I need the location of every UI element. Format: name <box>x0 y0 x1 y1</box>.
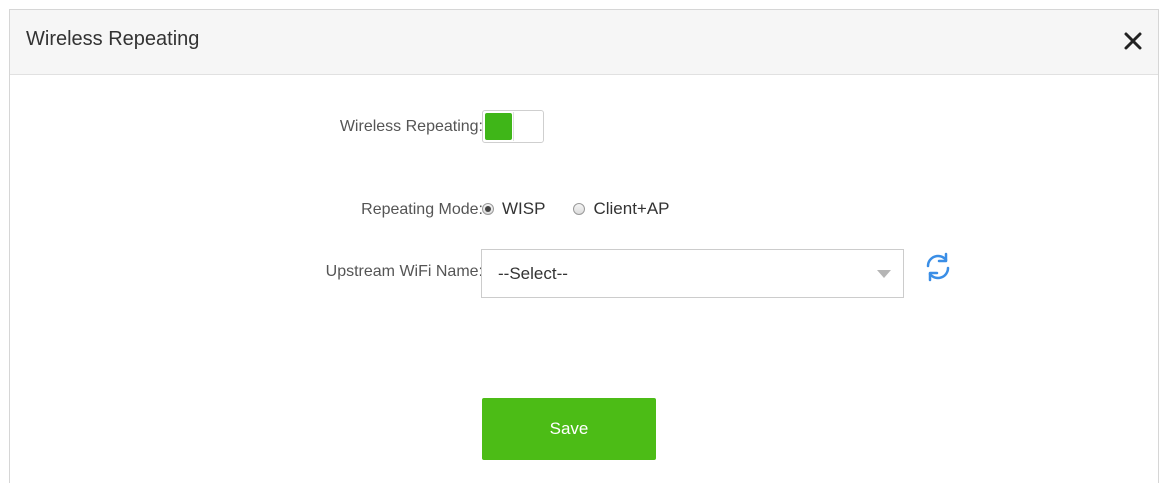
repeating-mode-radio-group: WISP Client+AP <box>482 199 698 219</box>
radio-wisp[interactable] <box>482 203 494 215</box>
close-icon[interactable] <box>1122 30 1144 52</box>
radio-option-wisp[interactable]: WISP <box>482 199 545 219</box>
dialog-header: Wireless Repeating <box>10 10 1158 75</box>
wireless-repeating-toggle[interactable] <box>482 110 544 143</box>
upstream-wifi-name-label: Upstream WiFi Name: <box>325 263 483 280</box>
upstream-wifi-select[interactable]: --Select-- <box>481 249 904 298</box>
radio-option-client-ap[interactable]: Client+AP <box>573 199 670 219</box>
repeating-mode-label: Repeating Mode: <box>361 201 483 218</box>
dialog-title: Wireless Repeating <box>26 28 200 50</box>
radio-client-ap[interactable] <box>573 203 586 215</box>
upstream-wifi-selected-value: --Select-- <box>498 264 568 283</box>
wireless-repeating-label: Wireless Repeating: <box>339 118 483 135</box>
radio-client-ap-label: Client+AP <box>593 199 670 218</box>
toggle-knob <box>513 112 543 141</box>
chevron-down-icon <box>877 270 891 278</box>
toggle-on-indicator <box>485 113 512 140</box>
refresh-icon[interactable] <box>922 251 954 283</box>
save-button[interactable]: Save <box>482 398 656 460</box>
radio-wisp-label: WISP <box>502 199 546 218</box>
